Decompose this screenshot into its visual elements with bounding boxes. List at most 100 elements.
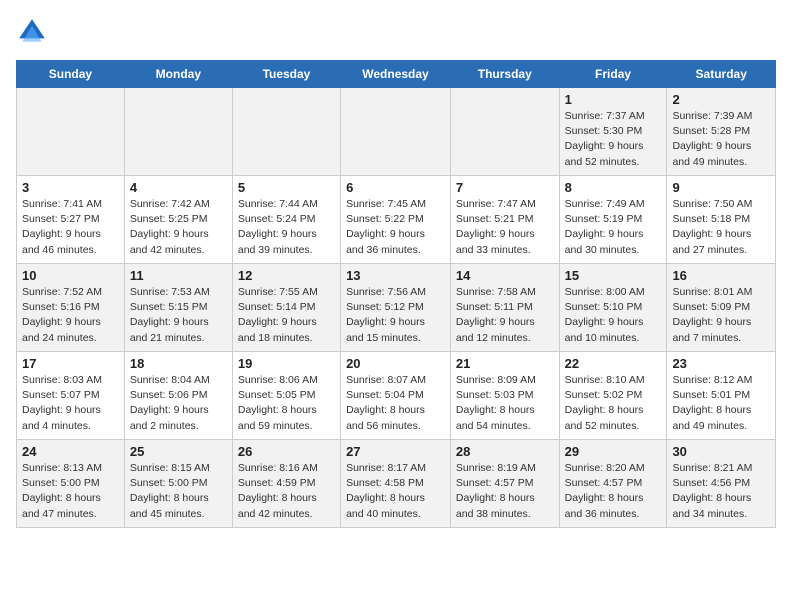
calendar-cell: 10 Sunrise: 7:52 AM Sunset: 5:16 PM Dayli… — [17, 264, 125, 352]
day-info: Sunrise: 7:52 AM Sunset: 5:16 PM Dayligh… — [22, 285, 119, 346]
day-number: 30 — [672, 444, 770, 459]
day-number: 11 — [130, 268, 227, 283]
day-info: Sunrise: 8:09 AM Sunset: 5:03 PM Dayligh… — [456, 373, 554, 434]
calendar-cell: 11 Sunrise: 7:53 AM Sunset: 5:15 PM Dayli… — [124, 264, 232, 352]
day-info: Sunrise: 7:49 AM Sunset: 5:19 PM Dayligh… — [565, 197, 662, 258]
calendar-header: SundayMondayTuesdayWednesdayThursdayFrid… — [17, 61, 776, 88]
calendar-cell: 2 Sunrise: 7:39 AM Sunset: 5:28 PM Daylig… — [667, 88, 776, 176]
weekday-header-thursday: Thursday — [450, 61, 559, 88]
day-info: Sunrise: 7:47 AM Sunset: 5:21 PM Dayligh… — [456, 197, 554, 258]
day-number: 13 — [346, 268, 445, 283]
day-number: 28 — [456, 444, 554, 459]
calendar-week-2: 3 Sunrise: 7:41 AM Sunset: 5:27 PM Daylig… — [17, 176, 776, 264]
calendar-cell: 22 Sunrise: 8:10 AM Sunset: 5:02 PM Dayli… — [559, 352, 667, 440]
day-number: 26 — [238, 444, 335, 459]
day-number: 4 — [130, 180, 227, 195]
logo-icon — [16, 16, 48, 48]
weekday-header-saturday: Saturday — [667, 61, 776, 88]
calendar-cell: 24 Sunrise: 8:13 AM Sunset: 5:00 PM Dayli… — [17, 440, 125, 528]
calendar-cell — [124, 88, 232, 176]
day-info: Sunrise: 8:03 AM Sunset: 5:07 PM Dayligh… — [22, 373, 119, 434]
day-info: Sunrise: 7:37 AM Sunset: 5:30 PM Dayligh… — [565, 109, 662, 170]
day-number: 2 — [672, 92, 770, 107]
day-info: Sunrise: 8:12 AM Sunset: 5:01 PM Dayligh… — [672, 373, 770, 434]
day-number: 17 — [22, 356, 119, 371]
day-info: Sunrise: 8:07 AM Sunset: 5:04 PM Dayligh… — [346, 373, 445, 434]
calendar-cell: 20 Sunrise: 8:07 AM Sunset: 5:04 PM Dayli… — [341, 352, 451, 440]
page-header — [16, 16, 776, 48]
calendar-week-1: 1 Sunrise: 7:37 AM Sunset: 5:30 PM Daylig… — [17, 88, 776, 176]
calendar-cell: 27 Sunrise: 8:17 AM Sunset: 4:58 PM Dayli… — [341, 440, 451, 528]
calendar-cell: 19Sunrise: 8:06 AM Sunset: 5:05 PM Dayli… — [232, 352, 340, 440]
weekday-header-tuesday: Tuesday — [232, 61, 340, 88]
day-info: Sunrise: 7:42 AM Sunset: 5:25 PM Dayligh… — [130, 197, 227, 258]
day-number: 7 — [456, 180, 554, 195]
day-info: Sunrise: 8:20 AM Sunset: 4:57 PM Dayligh… — [565, 461, 662, 522]
calendar-cell: 8 Sunrise: 7:49 AM Sunset: 5:19 PM Daylig… — [559, 176, 667, 264]
day-number: 16 — [672, 268, 770, 283]
day-number: 23 — [672, 356, 770, 371]
day-info: Sunrise: 8:21 AM Sunset: 4:56 PM Dayligh… — [672, 461, 770, 522]
day-number: 5 — [238, 180, 335, 195]
day-number: 22 — [565, 356, 662, 371]
day-number: 6 — [346, 180, 445, 195]
calendar-cell: 13 Sunrise: 7:56 AM Sunset: 5:12 PM Dayli… — [341, 264, 451, 352]
calendar-cell: 1 Sunrise: 7:37 AM Sunset: 5:30 PM Daylig… — [559, 88, 667, 176]
calendar-cell: 14 Sunrise: 7:58 AM Sunset: 5:11 PM Dayli… — [450, 264, 559, 352]
day-number: 15 — [565, 268, 662, 283]
calendar-cell: 7 Sunrise: 7:47 AM Sunset: 5:21 PM Daylig… — [450, 176, 559, 264]
day-info: Sunrise: 7:58 AM Sunset: 5:11 PM Dayligh… — [456, 285, 554, 346]
day-number: 3 — [22, 180, 119, 195]
weekday-header-row: SundayMondayTuesdayWednesdayThursdayFrid… — [17, 61, 776, 88]
logo — [16, 16, 52, 48]
day-info: Sunrise: 7:45 AM Sunset: 5:22 PM Dayligh… — [346, 197, 445, 258]
weekday-header-friday: Friday — [559, 61, 667, 88]
calendar-cell: 16 Sunrise: 8:01 AM Sunset: 5:09 PM Dayli… — [667, 264, 776, 352]
day-info: Sunrise: 8:17 AM Sunset: 4:58 PM Dayligh… — [346, 461, 445, 522]
calendar-table: SundayMondayTuesdayWednesdayThursdayFrid… — [16, 60, 776, 528]
day-number: 27 — [346, 444, 445, 459]
calendar-cell: 29 Sunrise: 8:20 AM Sunset: 4:57 PM Dayli… — [559, 440, 667, 528]
day-number: 14 — [456, 268, 554, 283]
calendar-cell: 26 Sunrise: 8:16 AM Sunset: 4:59 PM Dayli… — [232, 440, 340, 528]
day-info: Sunrise: 8:04 AM Sunset: 5:06 PM Dayligh… — [130, 373, 227, 434]
day-number: 29 — [565, 444, 662, 459]
day-info: Sunrise: 7:53 AM Sunset: 5:15 PM Dayligh… — [130, 285, 227, 346]
day-info: Sunrise: 8:10 AM Sunset: 5:02 PM Dayligh… — [565, 373, 662, 434]
day-number: 19 — [238, 356, 335, 371]
weekday-header-sunday: Sunday — [17, 61, 125, 88]
calendar-cell — [450, 88, 559, 176]
day-info: Sunrise: 8:15 AM Sunset: 5:00 PM Dayligh… — [130, 461, 227, 522]
calendar-cell: 18Sunrise: 8:04 AM Sunset: 5:06 PM Dayli… — [124, 352, 232, 440]
calendar-cell: 12Sunrise: 7:55 AM Sunset: 5:14 PM Dayli… — [232, 264, 340, 352]
calendar-cell: 30 Sunrise: 8:21 AM Sunset: 4:56 PM Dayli… — [667, 440, 776, 528]
calendar-cell: 21Sunrise: 8:09 AM Sunset: 5:03 PM Dayli… — [450, 352, 559, 440]
day-number: 10 — [22, 268, 119, 283]
calendar-cell: 5Sunrise: 7:44 AM Sunset: 5:24 PM Daylig… — [232, 176, 340, 264]
day-info: Sunrise: 8:19 AM Sunset: 4:57 PM Dayligh… — [456, 461, 554, 522]
day-info: Sunrise: 7:41 AM Sunset: 5:27 PM Dayligh… — [22, 197, 119, 258]
calendar-cell: 9Sunrise: 7:50 AM Sunset: 5:18 PM Daylig… — [667, 176, 776, 264]
weekday-header-monday: Monday — [124, 61, 232, 88]
day-info: Sunrise: 7:50 AM Sunset: 5:18 PM Dayligh… — [672, 197, 770, 258]
day-info: Sunrise: 8:00 AM Sunset: 5:10 PM Dayligh… — [565, 285, 662, 346]
day-info: Sunrise: 8:16 AM Sunset: 4:59 PM Dayligh… — [238, 461, 335, 522]
day-number: 24 — [22, 444, 119, 459]
day-number: 8 — [565, 180, 662, 195]
day-number: 20 — [346, 356, 445, 371]
day-number: 1 — [565, 92, 662, 107]
day-info: Sunrise: 8:01 AM Sunset: 5:09 PM Dayligh… — [672, 285, 770, 346]
calendar-cell: 6 Sunrise: 7:45 AM Sunset: 5:22 PM Daylig… — [341, 176, 451, 264]
day-info: Sunrise: 7:56 AM Sunset: 5:12 PM Dayligh… — [346, 285, 445, 346]
calendar-cell — [341, 88, 451, 176]
calendar-cell: 17 Sunrise: 8:03 AM Sunset: 5:07 PM Dayli… — [17, 352, 125, 440]
day-info: Sunrise: 7:39 AM Sunset: 5:28 PM Dayligh… — [672, 109, 770, 170]
calendar-week-4: 17 Sunrise: 8:03 AM Sunset: 5:07 PM Dayli… — [17, 352, 776, 440]
calendar-cell: 28 Sunrise: 8:19 AM Sunset: 4:57 PM Dayli… — [450, 440, 559, 528]
calendar-cell — [232, 88, 340, 176]
day-number: 25 — [130, 444, 227, 459]
weekday-header-wednesday: Wednesday — [341, 61, 451, 88]
calendar-cell: 23 Sunrise: 8:12 AM Sunset: 5:01 PM Dayli… — [667, 352, 776, 440]
calendar-cell — [17, 88, 125, 176]
day-info: Sunrise: 8:13 AM Sunset: 5:00 PM Dayligh… — [22, 461, 119, 522]
